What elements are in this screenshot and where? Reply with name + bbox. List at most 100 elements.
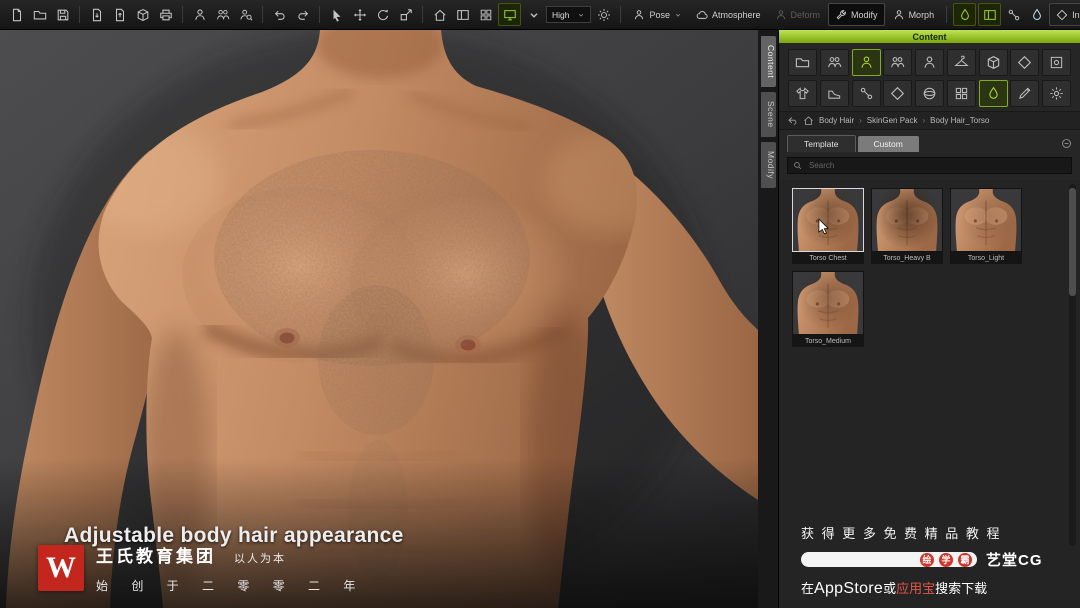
- thumbnail-label: Torso_Medium: [792, 335, 864, 347]
- app-window: High Pose Atmosphere Deform Modify Morph: [0, 0, 1080, 608]
- breadcrumb-separator: ›: [922, 116, 926, 125]
- pack-project-icon[interactable]: [132, 4, 153, 25]
- tab-template[interactable]: Template: [787, 135, 856, 152]
- shoes-icon[interactable]: [819, 80, 849, 107]
- render-quality-select[interactable]: High: [546, 6, 592, 23]
- avatar-pair-icon[interactable]: [819, 49, 849, 76]
- render-image-icon[interactable]: [155, 4, 176, 25]
- installod-button[interactable]: InstaLOD: [1049, 3, 1080, 26]
- content-folder-icon[interactable]: [788, 49, 817, 76]
- open-project-icon[interactable]: [29, 4, 50, 25]
- home-camera-icon[interactable]: [429, 4, 450, 25]
- avatar-icon[interactable]: [851, 49, 881, 76]
- skin-icon[interactable]: [978, 80, 1008, 107]
- settings-gear-icon[interactable]: [1042, 80, 1071, 107]
- atmosphere-icon: [696, 9, 708, 21]
- home-icon[interactable]: [803, 115, 814, 126]
- accessory-icon[interactable]: [1010, 49, 1040, 76]
- side-tab-content[interactable]: Content: [761, 36, 776, 88]
- skeleton-icon[interactable]: [851, 80, 881, 107]
- back-icon[interactable]: [787, 115, 798, 126]
- import-icon[interactable]: [86, 4, 107, 25]
- scale-tool-icon[interactable]: [395, 4, 416, 25]
- viewport-3d[interactable]: Adjustable body hair appearance W 王氏教育集团…: [0, 30, 758, 608]
- shirt-icon[interactable]: [788, 80, 817, 107]
- thumbnail-torso-medium[interactable]: Torso_Medium: [792, 271, 864, 347]
- merge-avatar-icon[interactable]: [212, 4, 233, 25]
- thumbnail-torso-light[interactable]: Torso_Light: [950, 188, 1022, 264]
- body-icon[interactable]: [915, 49, 944, 76]
- company-row: 王氏教育集团 以人为本: [96, 542, 286, 567]
- load-avatar-icon[interactable]: [189, 4, 210, 25]
- lod-icon[interactable]: [1003, 4, 1024, 25]
- company-name: 王氏教育集团: [96, 547, 216, 566]
- company-since: 始 创 于 二 零 零 二 年: [96, 579, 366, 593]
- select-tool-icon[interactable]: [326, 4, 347, 25]
- company-logo: W: [38, 545, 84, 591]
- smart-material-icon[interactable]: [915, 80, 944, 107]
- toolbar-separator: [79, 6, 80, 23]
- undo-icon[interactable]: [269, 4, 290, 25]
- lighting-icon[interactable]: [593, 4, 614, 25]
- morph-icon: [893, 9, 905, 21]
- panel-title: Content: [912, 31, 947, 42]
- thumbnail-label: Torso_Heavy B: [871, 252, 943, 264]
- toolbar-separator: [319, 6, 320, 23]
- scrollbar-thumb[interactable]: [1069, 188, 1076, 296]
- tab-custom[interactable]: Custom: [857, 135, 919, 152]
- content-category-grid: [779, 43, 1080, 111]
- search-row: [779, 152, 1080, 180]
- thumbnail-torso-chest[interactable]: Torso Chest: [792, 188, 864, 264]
- content-panel: Content Body Hair › SkinGen Pack › Body …: [778, 30, 1080, 608]
- redo-icon[interactable]: [292, 4, 313, 25]
- scene-manager-icon[interactable]: [452, 4, 473, 25]
- skingen-icon[interactable]: [953, 3, 977, 26]
- display-options-icon[interactable]: [523, 4, 544, 25]
- side-tab-scene[interactable]: Scene: [761, 92, 776, 137]
- brush-icon[interactable]: [1010, 80, 1040, 107]
- atmosphere-button[interactable]: Atmosphere: [690, 4, 767, 25]
- motion-icon[interactable]: [883, 49, 913, 76]
- thumbnail-image: [950, 188, 1022, 252]
- find-avatar-icon[interactable]: [235, 4, 256, 25]
- thumbnail-label: Torso_Light: [950, 252, 1022, 264]
- breadcrumb-item[interactable]: SkinGen Pack: [867, 116, 918, 125]
- breadcrumb: Body Hair › SkinGen Pack › Body Hair_Tor…: [779, 111, 1080, 130]
- toolbar-separator: [182, 6, 183, 23]
- chevron-down-icon: [577, 11, 585, 19]
- texture-icon[interactable]: [946, 80, 976, 107]
- save-project-icon[interactable]: [52, 4, 73, 25]
- collapse-panel-icon[interactable]: [1061, 138, 1072, 149]
- new-project-icon[interactable]: [6, 4, 27, 25]
- pose-icon: [633, 9, 645, 21]
- move-tool-icon[interactable]: [349, 4, 370, 25]
- library-tabs: Template Custom: [779, 130, 1080, 152]
- prop-icon[interactable]: [978, 49, 1008, 76]
- thumbnail-image: [871, 188, 943, 252]
- toolbar-separator: [422, 6, 423, 23]
- search-input[interactable]: [807, 160, 1066, 171]
- material-drop-icon[interactable]: [1026, 4, 1047, 25]
- thumbnail-torso-heavy-b[interactable]: Torso_Heavy B: [871, 188, 943, 264]
- pose-button[interactable]: Pose: [627, 4, 688, 25]
- installod-icon: [1056, 9, 1068, 21]
- cloth-icon[interactable]: [946, 49, 976, 76]
- breadcrumb-item[interactable]: Body Hair: [819, 116, 854, 125]
- modify-button[interactable]: Modify: [828, 3, 885, 26]
- export-icon[interactable]: [109, 4, 130, 25]
- content-manager-icon[interactable]: [475, 4, 496, 25]
- appearance-editor-icon[interactable]: [978, 3, 1002, 26]
- modify-icon: [835, 9, 847, 21]
- rotate-tool-icon[interactable]: [372, 4, 393, 25]
- deform-icon: [775, 9, 787, 21]
- stage-icon[interactable]: [1042, 49, 1071, 76]
- side-tab-modify[interactable]: Modify: [761, 141, 776, 188]
- render-quality-value: High: [552, 9, 570, 20]
- search-box[interactable]: [787, 157, 1072, 174]
- toolbar-separator: [946, 6, 948, 23]
- breadcrumb-item[interactable]: Body Hair_Torso: [930, 116, 989, 125]
- material-icon[interactable]: [883, 80, 913, 107]
- morph-button[interactable]: Morph: [887, 4, 941, 25]
- visual-settings-icon[interactable]: [498, 3, 521, 26]
- chevron-down-icon: [674, 11, 682, 19]
